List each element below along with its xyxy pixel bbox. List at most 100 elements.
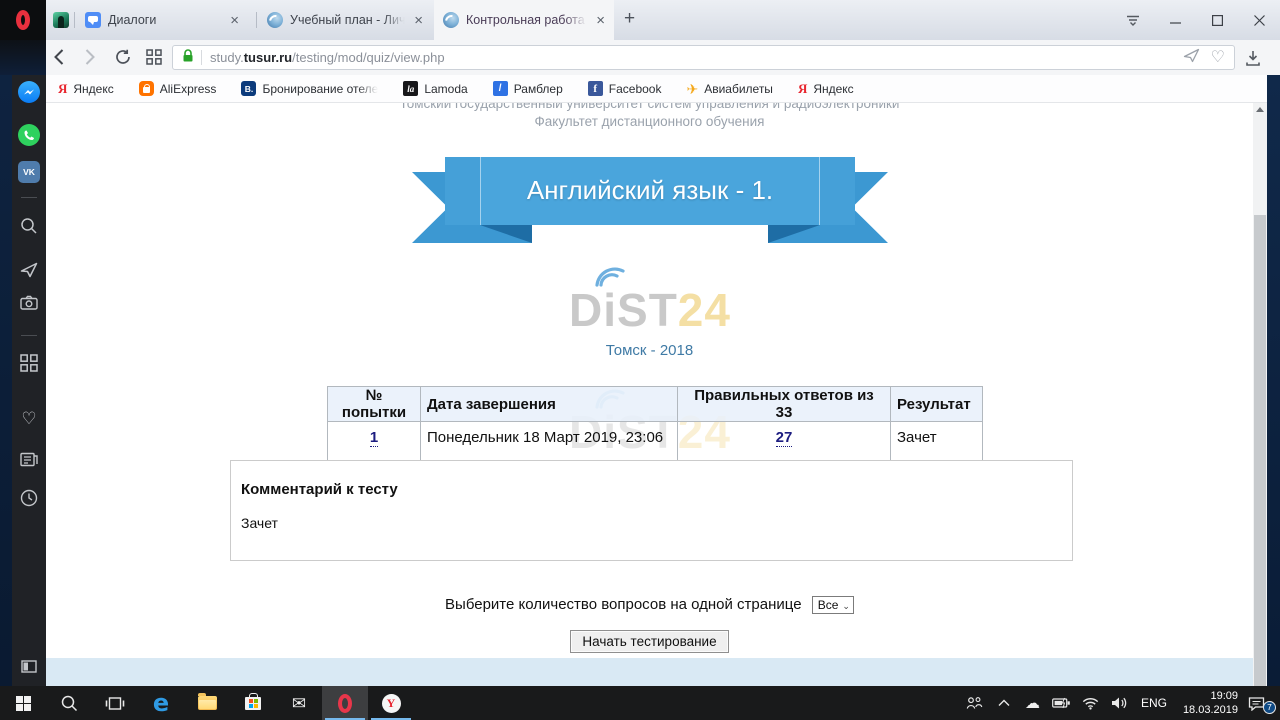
time: 19:09	[1174, 689, 1238, 703]
bookmark-yandex-2[interactable]: Я Яндекс	[798, 82, 854, 96]
yandex-icon: Я	[58, 82, 67, 95]
minimize-button[interactable]	[1154, 0, 1196, 40]
share-flow-icon[interactable]	[1183, 48, 1200, 68]
col-result: Результат	[891, 387, 983, 422]
tab-separator	[74, 12, 75, 28]
date: 18.03.2019	[1174, 703, 1238, 717]
forward-icon[interactable]	[85, 49, 95, 70]
downloads-icon[interactable]	[1245, 50, 1261, 71]
action-center-icon[interactable]: 7	[1238, 696, 1276, 711]
system-tray: ☁ ENG 19:09 18.03.2019 7	[960, 686, 1280, 720]
page-scrollbar[interactable]	[1253, 103, 1267, 686]
bookmarks-bar: Я Яндекс AliExpress B. Бронирование отел…	[46, 75, 1280, 103]
opera-menu-button[interactable]	[0, 0, 46, 40]
back-icon[interactable]	[54, 49, 64, 70]
questions-per-page-row: Выберите количество вопросов на одной ст…	[46, 596, 1253, 614]
tab-close-icon[interactable]: ×	[414, 13, 423, 28]
tab-test-active[interactable]: Контрольная работа по д ×	[434, 0, 614, 40]
faculty-name: Факультет дистанционного обучения	[46, 114, 1253, 129]
course-title: Английский язык - 1.	[480, 157, 820, 225]
chevron-up-icon[interactable]	[989, 699, 1018, 707]
browser-toolbar: study.tusur.ru/testing/mod/quiz/view.php…	[46, 40, 1280, 75]
snapshot-camera-icon[interactable]	[12, 295, 46, 310]
opera-taskbar-icon[interactable]	[322, 686, 368, 720]
toolbar-left-corner	[0, 40, 46, 75]
taskbar-search-icon[interactable]	[46, 686, 92, 720]
edge-icon[interactable]: e	[138, 686, 184, 720]
mail-icon[interactable]: ✉	[276, 686, 322, 720]
chevron-down-icon: ⌄	[842, 601, 850, 611]
rambler-icon: /	[493, 81, 508, 96]
tab-search-icon[interactable]	[1112, 0, 1154, 40]
opera-logo-icon	[16, 10, 30, 30]
windows-taskbar: e ✉ Y ☁ ENG 19:09 18.03.2019 7	[0, 686, 1280, 720]
tusur-logo-icon	[267, 12, 283, 28]
attempts-table: № попытки Дата завершения Правильных отв…	[327, 386, 983, 464]
comment-title: Комментарий к тесту	[241, 481, 1072, 498]
new-tab-button[interactable]: +	[624, 8, 635, 30]
bookmark-lamoda[interactable]: la Lamoda	[403, 81, 467, 96]
maximize-button[interactable]	[1196, 0, 1238, 40]
windows-logo-icon	[16, 696, 31, 711]
test-comment-box: Комментарий к тесту Зачет	[230, 460, 1073, 561]
bookmark-booking[interactable]: B. Бронирование отеле	[241, 81, 378, 96]
file-explorer-icon[interactable]	[184, 686, 230, 720]
scrollbar-up-arrow[interactable]	[1256, 107, 1264, 112]
battery-icon[interactable]	[1047, 697, 1076, 709]
url-text: study.tusur.ru/testing/mod/quiz/view.php	[210, 50, 445, 65]
people-icon[interactable]	[960, 696, 989, 710]
volume-icon[interactable]	[1105, 696, 1134, 710]
task-view-icon[interactable]	[92, 686, 138, 720]
close-button[interactable]	[1238, 0, 1280, 40]
microsoft-store-icon[interactable]	[230, 686, 276, 720]
comment-text: Зачет	[241, 515, 1072, 531]
wifi-icon[interactable]	[1076, 697, 1105, 710]
whatsapp-icon[interactable]	[12, 124, 46, 146]
bookmark-aliexpress[interactable]: AliExpress	[139, 81, 217, 96]
search-icon[interactable]	[12, 217, 46, 235]
bookmark-heart-icon[interactable]: ♡	[1211, 50, 1225, 66]
tab-dialogs[interactable]: Диалоги ×	[76, 0, 248, 40]
address-bar[interactable]: study.tusur.ru/testing/mod/quiz/view.php…	[172, 45, 1235, 70]
tab-label: Диалоги	[108, 13, 223, 27]
col-attempt-number: № попытки	[328, 387, 421, 422]
tab-label: Учебный план - Личный	[290, 13, 407, 27]
bookmark-yandex[interactable]: Я Яндекс	[58, 82, 114, 96]
table-row: 1 Понедельник 18 Март 2019, 23:06 27 Зач…	[328, 422, 983, 464]
lamoda-icon: la	[403, 81, 418, 96]
pinned-tab[interactable]	[53, 12, 69, 28]
bookmark-rambler[interactable]: / Рамблер	[493, 81, 563, 96]
aliexpress-bag-icon	[139, 81, 154, 96]
scrollbar-thumb[interactable]	[1254, 215, 1266, 686]
bookmark-facebook[interactable]: f Facebook	[588, 81, 662, 96]
questions-per-page-select[interactable]: Все⌄	[812, 596, 854, 614]
desktop-edge-left	[0, 75, 12, 686]
sidebar-setup-icon[interactable]	[12, 660, 46, 673]
reload-icon[interactable]	[115, 49, 132, 70]
speed-dial-icon[interactable]	[146, 49, 162, 70]
personal-news-icon[interactable]	[12, 452, 46, 467]
tab-close-icon[interactable]: ×	[596, 13, 605, 28]
bookmark-aviabilety[interactable]: ✈ Авиабилеты	[686, 82, 772, 96]
speed-dial-grid-icon[interactable]	[12, 354, 46, 372]
course-banner-ribbon: Английский язык - 1.	[412, 157, 888, 243]
tab-study-plan[interactable]: Учебный план - Личный ×	[258, 0, 432, 40]
clock[interactable]: 19:09 18.03.2019	[1174, 689, 1238, 718]
vk-icon[interactable]: VK	[12, 161, 46, 183]
bookmarks-heart-icon[interactable]: ♡	[12, 410, 46, 427]
booking-icon: B.	[241, 81, 256, 96]
language-indicator[interactable]: ENG	[1134, 696, 1174, 710]
yandex-browser-icon[interactable]: Y	[368, 686, 414, 720]
messenger-icon[interactable]	[12, 81, 46, 103]
correct-answers-link[interactable]: 27	[776, 429, 793, 447]
window-controls	[1112, 0, 1280, 40]
start-test-button[interactable]: Начать тестирование	[570, 630, 728, 653]
attempt-number-link[interactable]: 1	[370, 429, 378, 447]
dist24-logo: DiST24	[490, 259, 810, 337]
notification-badge: 7	[1263, 701, 1276, 714]
my-flow-send-icon[interactable]	[12, 262, 46, 278]
history-clock-icon[interactable]	[12, 489, 46, 507]
tab-close-icon[interactable]: ×	[230, 13, 239, 28]
onedrive-cloud-icon[interactable]: ☁	[1018, 696, 1047, 711]
start-button[interactable]	[0, 686, 46, 720]
